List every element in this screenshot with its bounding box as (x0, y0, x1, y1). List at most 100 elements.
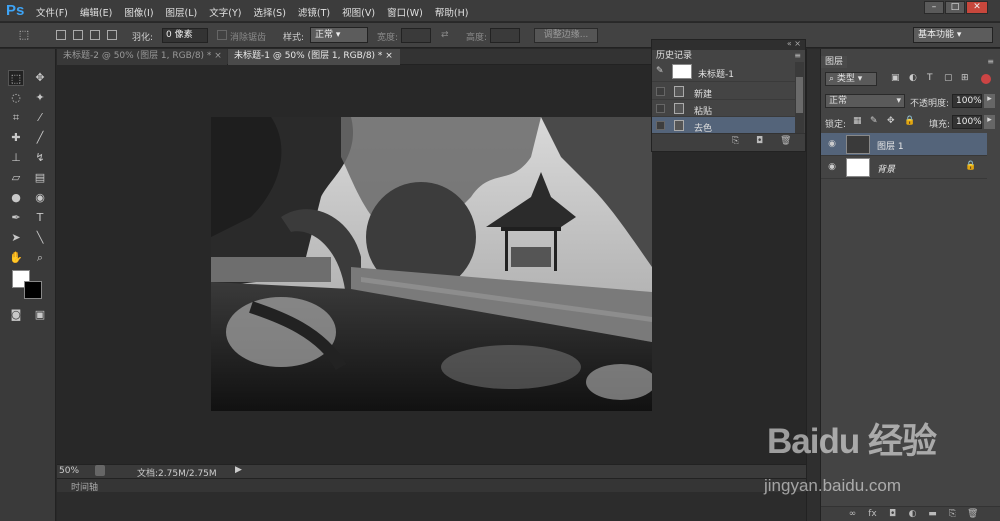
subtract-selection-icon[interactable] (90, 30, 100, 40)
dodge-tool-icon[interactable]: ◉ (32, 190, 48, 206)
magic-wand-icon[interactable]: ✦ (32, 90, 48, 106)
blend-mode-select[interactable]: 正常 ▾ (825, 94, 905, 108)
gradient-icon[interactable]: ▤ (32, 170, 48, 186)
history-item[interactable]: 粘贴 (652, 100, 796, 117)
filter-smart-object-icon[interactable]: ⊞ (961, 73, 969, 83)
lasso-tool-icon[interactable]: ◌ (8, 90, 24, 106)
history-checkbox[interactable] (656, 87, 665, 96)
new-group-icon[interactable]: ▬ (927, 509, 938, 520)
status-menu-arrow-icon[interactable]: ▶ (235, 465, 242, 475)
new-selection-icon[interactable] (56, 30, 66, 40)
tab-untitled-1[interactable]: 未标题-1 @ 50% (图层 1, RGB/8) * × (228, 49, 400, 65)
marquee-tool-icon[interactable]: ⬚ (8, 70, 24, 86)
zoom-tool-icon[interactable]: ⌕ (32, 250, 48, 266)
menu-view[interactable]: 视图(V) (342, 5, 375, 19)
panel-menu-icon[interactable]: ≡ (987, 57, 994, 66)
close-tab-icon[interactable]: × (214, 51, 222, 61)
close-tab-icon[interactable]: × (385, 51, 393, 61)
layer-row-selected[interactable]: ◉ 图层 1 (821, 133, 987, 156)
menu-select[interactable]: 选择(S) (253, 5, 285, 19)
filter-toggle-icon[interactable] (981, 74, 991, 84)
menu-type[interactable]: 文字(Y) (209, 5, 241, 19)
timeline-panel-tab[interactable]: 时间轴 (57, 478, 819, 493)
document-canvas-image[interactable] (211, 117, 652, 411)
history-brush-icon[interactable]: ↯ (32, 150, 48, 166)
menu-layer[interactable]: 图层(L) (166, 5, 198, 19)
history-scroll-thumb[interactable] (796, 77, 803, 113)
hand-tool-icon[interactable]: ✋ (8, 250, 24, 266)
zoom-level[interactable]: 50% (59, 466, 79, 476)
menu-filter[interactable]: 滤镜(T) (298, 5, 330, 19)
intersect-selection-icon[interactable] (107, 30, 117, 40)
crop-tool-icon[interactable]: ⌗ (8, 110, 24, 126)
style-select[interactable]: 正常 ▾ (310, 27, 368, 43)
new-layer-icon[interactable]: ⎘ (947, 509, 958, 520)
lock-all-icon[interactable]: 🔒 (904, 116, 915, 126)
lock-transparent-icon[interactable]: ▦ (853, 116, 862, 126)
opacity-input[interactable]: 100% (952, 94, 982, 108)
new-snapshot-icon[interactable]: ◘ (756, 136, 763, 146)
filter-type-icon[interactable]: T (927, 73, 933, 83)
antialias-checkbox[interactable] (217, 30, 227, 40)
blur-tool-icon[interactable]: ● (8, 190, 24, 206)
menu-edit[interactable]: 编辑(E) (80, 5, 112, 19)
lock-position-icon[interactable]: ✥ (887, 116, 895, 126)
visibility-eye-icon[interactable]: ◉ (827, 162, 837, 172)
opacity-slider-arrow-icon[interactable]: ▸ (984, 94, 995, 108)
layer-filter-select[interactable]: ⌕ 类型 ▾ (825, 72, 877, 86)
maximize-button[interactable]: □ (945, 1, 965, 14)
menu-image[interactable]: 图像(I) (124, 5, 153, 19)
history-checkbox[interactable] (656, 104, 665, 113)
layer-name[interactable]: 图层 1 (877, 139, 904, 152)
menu-help[interactable]: 帮助(H) (435, 5, 469, 19)
history-panel-header[interactable]: « × (652, 39, 805, 50)
workspace-select[interactable]: 基本功能 ▾ (913, 27, 993, 43)
background-color-swatch[interactable] (24, 281, 42, 299)
layers-tab[interactable]: 图层 (821, 56, 848, 68)
delete-layer-icon[interactable]: 🗑 (967, 509, 978, 520)
status-info-icon[interactable] (95, 465, 105, 476)
brush-tool-icon[interactable]: ╱ (32, 130, 48, 146)
add-mask-icon[interactable]: ◘ (887, 509, 898, 520)
close-button[interactable]: ✕ (966, 1, 988, 14)
visibility-eye-icon[interactable]: ◉ (827, 139, 837, 149)
history-tab[interactable]: 历史记录 (652, 50, 697, 62)
screen-mode-icon[interactable]: ▣ (32, 307, 48, 323)
clone-stamp-icon[interactable]: ⊥ (8, 150, 24, 166)
type-tool-icon[interactable]: T (32, 210, 48, 226)
swap-icon[interactable]: ⇄ (441, 30, 449, 40)
width-input[interactable] (401, 28, 431, 43)
menu-window[interactable]: 窗口(W) (387, 5, 423, 19)
layer-name[interactable]: 背景 (877, 162, 895, 175)
history-item[interactable]: 新建 (652, 83, 796, 100)
height-input[interactable] (490, 28, 520, 43)
fill-slider-arrow-icon[interactable]: ▸ (984, 115, 995, 129)
refine-edge-button[interactable]: 调整边缘... (534, 28, 598, 43)
healing-brush-icon[interactable]: ✚ (8, 130, 24, 146)
history-brush-source-icon[interactable]: ✎ (656, 66, 664, 76)
new-document-from-state-icon[interactable]: ⎘ (732, 136, 739, 146)
filter-shape-icon[interactable]: ▢ (944, 73, 953, 83)
line-tool-icon[interactable]: ╲ (32, 230, 48, 246)
tab-untitled-2[interactable]: 未标题-2 @ 50% (图层 1, RGB/8) * × (57, 49, 227, 65)
eyedropper-icon[interactable]: ⁄ (32, 110, 48, 126)
history-item-selected[interactable]: 去色 (652, 117, 796, 134)
minimize-button[interactable]: – (924, 1, 944, 14)
marquee-preset-icon[interactable]: ⬚ (16, 27, 32, 43)
history-snapshot-row[interactable]: ✎ 未标题-1 (652, 62, 796, 82)
panel-menu-icon[interactable]: ≡ (794, 51, 801, 60)
layer-row[interactable]: ◉ 背景 🔒 (821, 156, 987, 179)
pen-tool-icon[interactable]: ✒ (8, 210, 24, 226)
collapse-icon[interactable]: « × (787, 39, 801, 48)
add-selection-icon[interactable] (73, 30, 83, 40)
menu-file[interactable]: 文件(F) (36, 5, 68, 19)
layer-style-icon[interactable]: fx (867, 509, 878, 520)
path-select-icon[interactable]: ➤ (8, 230, 24, 246)
link-layers-icon[interactable]: ∞ (847, 509, 858, 520)
fill-input[interactable]: 100% (952, 115, 982, 129)
quick-mask-icon[interactable]: ◙ (8, 307, 24, 323)
eraser-icon[interactable]: ▱ (8, 170, 24, 186)
delete-state-icon[interactable]: 🗑 (780, 136, 791, 146)
feather-input[interactable]: 0 像素 (162, 28, 208, 43)
lock-image-icon[interactable]: ✎ (870, 116, 878, 126)
